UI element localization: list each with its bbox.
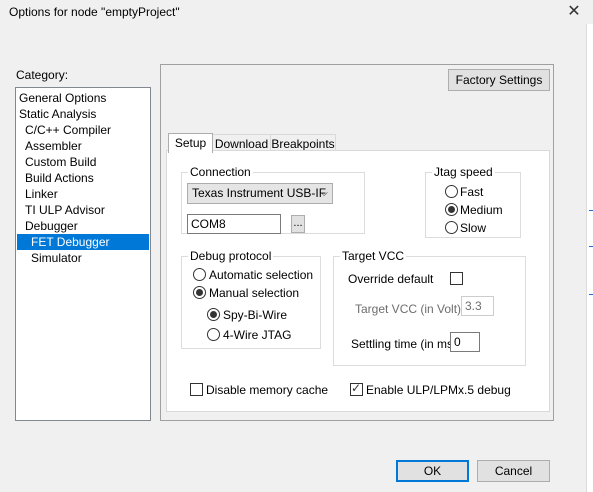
jtag-speed-title: Jtag speed	[432, 165, 495, 179]
category-item-ti-ulp-advisor[interactable]: TI ULP Advisor	[17, 202, 149, 218]
spy-bi-wire-radio[interactable]	[207, 308, 220, 321]
jtag-slow-label: Slow	[460, 221, 487, 235]
category-item-debugger[interactable]: Debugger	[17, 218, 149, 234]
category-item-fet-debugger[interactable]: FET Debugger	[17, 234, 149, 250]
automatic-selection-label: Automatic selection	[209, 268, 314, 282]
target-vcc-label: Target VCC (in Volt):	[355, 302, 465, 316]
edge-mark	[589, 246, 593, 247]
jtag-medium-radio[interactable]	[445, 203, 458, 216]
manual-selection-label: Manual selection	[209, 286, 300, 300]
connection-driver-value: Texas Instrument USB-IF	[192, 186, 327, 200]
jtag-slow-radio[interactable]	[445, 221, 458, 234]
com-port-input[interactable]: COM8	[187, 214, 281, 234]
category-item-build-actions[interactable]: Build Actions	[17, 170, 149, 186]
manual-selection-radio[interactable]	[193, 286, 206, 299]
jtag-fast-radio[interactable]	[445, 185, 458, 198]
target-vcc-title: Target VCC	[340, 249, 407, 263]
connection-group-title: Connection	[188, 165, 253, 179]
jtag-fast-label: Fast	[460, 185, 484, 199]
category-item-linker[interactable]: Linker	[17, 186, 149, 202]
edge-mark	[589, 294, 593, 295]
category-item-c-compiler[interactable]: C/C++ Compiler	[17, 122, 149, 138]
four-wire-jtag-label: 4-Wire JTAG	[223, 328, 292, 342]
background-window-edge	[586, 24, 593, 492]
tab-setup[interactable]: Setup	[168, 133, 213, 153]
four-wire-jtag-radio[interactable]	[207, 328, 220, 341]
enable-ulp-checkbox[interactable]	[350, 381, 363, 396]
cancel-button[interactable]: Cancel	[477, 460, 550, 482]
settling-time-input[interactable]: 0	[450, 332, 480, 352]
category-label: Category:	[16, 68, 69, 82]
category-item-assembler[interactable]: Assembler	[17, 138, 149, 154]
setup-tab-page: Connection Texas Instrument USB-IF ⌵ COM…	[166, 150, 550, 412]
category-item-simulator[interactable]: Simulator	[17, 250, 149, 266]
override-default-checkbox[interactable]	[450, 272, 463, 285]
edge-mark	[589, 210, 593, 211]
jtag-medium-label: Medium	[460, 203, 503, 217]
settling-time-label: Settling time (in ms):	[351, 337, 461, 351]
category-list[interactable]: General Options Static Analysis C/C++ Co…	[15, 87, 151, 421]
chevron-down-icon: ⌵	[320, 188, 328, 199]
enable-ulp-label: Enable ULP/LPMx.5 debug	[366, 383, 511, 397]
ok-button[interactable]: OK	[396, 460, 469, 482]
close-icon[interactable]: ✕	[564, 2, 584, 22]
category-item-general-options[interactable]: General Options	[17, 90, 149, 106]
category-item-custom-build[interactable]: Custom Build	[17, 154, 149, 170]
disable-memory-cache-label: Disable memory cache	[206, 383, 329, 397]
target-vcc-input[interactable]: 3.3	[461, 296, 494, 316]
factory-settings-button[interactable]: Factory Settings	[448, 69, 550, 91]
automatic-selection-radio[interactable]	[193, 268, 206, 281]
category-item-static-analysis[interactable]: Static Analysis	[17, 106, 149, 122]
connection-driver-select[interactable]: Texas Instrument USB-IF ⌵	[187, 183, 333, 204]
dialog-title: Options for node "emptyProject"	[9, 5, 180, 19]
browse-button[interactable]: ...	[291, 215, 305, 233]
override-default-label: Override default	[348, 272, 434, 286]
spy-bi-wire-label: Spy-Bi-Wire	[223, 308, 288, 322]
debug-protocol-title: Debug protocol	[188, 249, 274, 263]
disable-memory-cache-checkbox[interactable]	[190, 383, 203, 396]
